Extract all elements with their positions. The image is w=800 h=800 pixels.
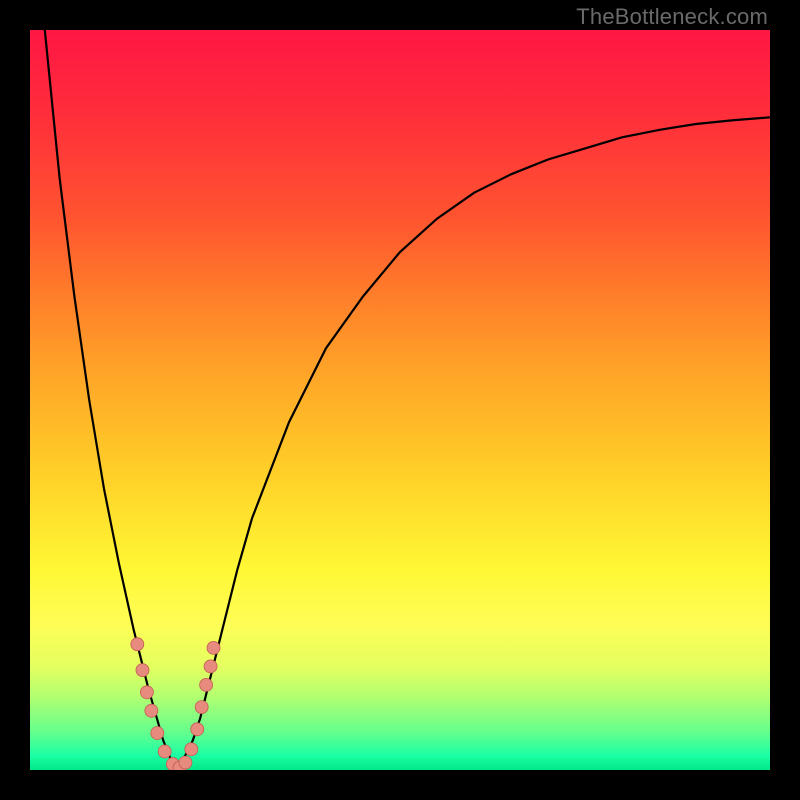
scatter-dot [195, 701, 208, 714]
scatter-dot [145, 704, 158, 717]
scatter-dot [140, 686, 153, 699]
watermark-text: TheBottleneck.com [576, 4, 768, 30]
scatter-layer [30, 30, 770, 770]
chart-frame: TheBottleneck.com [0, 0, 800, 800]
scatter-dot [136, 664, 149, 677]
scatter-dot [179, 756, 192, 769]
scatter-dot [200, 678, 213, 691]
scatter-dot [204, 660, 217, 673]
plot-area [30, 30, 770, 770]
scatter-dot [207, 641, 220, 654]
scatter-dot [191, 723, 204, 736]
scatter-dot [185, 743, 198, 756]
scatter-dot [158, 745, 171, 758]
scatter-dot [151, 727, 164, 740]
scatter-dot [131, 638, 144, 651]
